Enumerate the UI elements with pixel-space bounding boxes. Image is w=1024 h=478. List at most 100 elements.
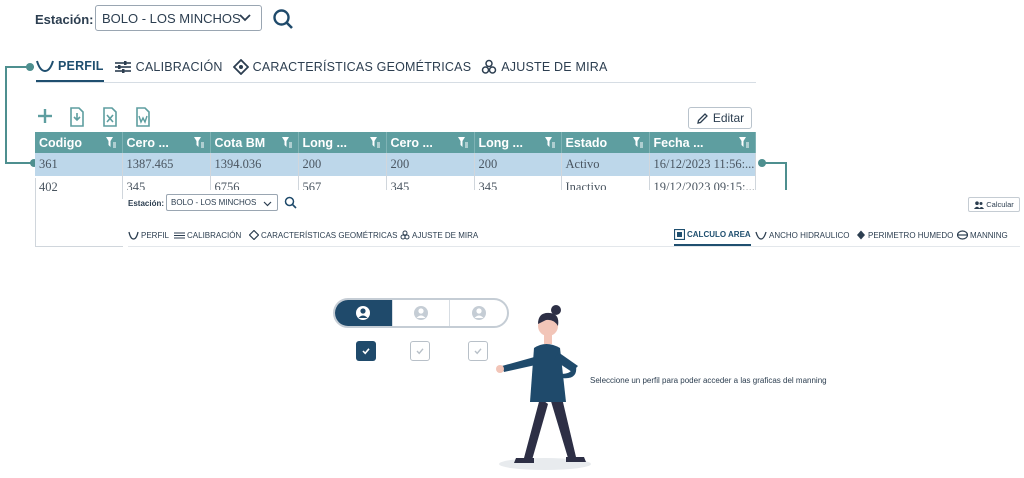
step-2[interactable] — [393, 300, 451, 326]
column-header[interactable]: Long ... — [474, 132, 562, 153]
column-header[interactable]: Cota BM — [210, 132, 299, 153]
area-calc-icon — [674, 228, 685, 240]
search-icon[interactable] — [272, 8, 294, 30]
channel-icon — [36, 60, 54, 73]
filter-icon[interactable] — [193, 136, 205, 148]
check-icon — [362, 348, 370, 355]
column-header-label: Cota BM — [214, 135, 266, 150]
user-circle-icon — [356, 306, 371, 320]
tab-label: MANNING — [970, 230, 1008, 240]
filter-icon[interactable] — [544, 136, 556, 148]
sliders-icon — [114, 61, 131, 73]
chevron-down-icon — [239, 14, 251, 22]
station-label: Estación: — [35, 12, 94, 27]
diamond-arrows-icon — [249, 230, 259, 240]
edit-button[interactable]: Editar — [688, 107, 752, 129]
check-icon — [474, 348, 482, 355]
import-pdf-icon[interactable] — [68, 107, 86, 127]
tab-label: CARACTERÍSTICAS GEOMÉTRICAS — [261, 230, 398, 240]
tab-calibracion-label: CALIBRACIÓN — [135, 60, 223, 74]
column-header-label: Codigo — [39, 135, 83, 150]
check-icon — [416, 348, 424, 355]
filter-icon[interactable] — [369, 136, 381, 148]
channel-icon — [755, 231, 767, 240]
user-circle-icon — [471, 306, 486, 320]
panel2-tab-bar: PERFIL CALIBRACIÓN CARACTERÍSTICAS GEOMÉ… — [128, 224, 1020, 247]
step-indicator — [333, 298, 509, 328]
chevron-down-icon — [263, 201, 272, 207]
tab-label: CALIBRACIÓN — [187, 230, 242, 240]
tab-perfil-label: PERFIL — [58, 59, 104, 73]
triskelion-icon — [481, 59, 497, 74]
tab-label: PERFIL — [141, 230, 170, 240]
tab-perimetro-humedo[interactable]: PERIMETRO HUMEDO — [856, 224, 953, 246]
filter-icon[interactable] — [281, 136, 293, 148]
tab-ancho-hidraulico[interactable]: ANCHO HIDRAULICO — [755, 224, 849, 246]
user-circle-icon — [414, 306, 428, 320]
sliders-icon — [174, 232, 185, 238]
calculate-button-label: Calcular — [986, 200, 1014, 209]
filter-icon[interactable] — [738, 136, 750, 148]
panel2-station-label: Estación: — [128, 199, 165, 208]
column-header[interactable]: Codigo — [35, 132, 123, 153]
step-3-checkbox[interactable] — [468, 341, 488, 361]
filter-icon[interactable] — [105, 136, 117, 148]
column-header[interactable]: Long ... — [298, 132, 387, 153]
channel-icon — [128, 231, 139, 240]
table-cell: 1387.465 — [122, 153, 211, 176]
step-1-checkbox[interactable] — [356, 341, 376, 361]
column-header-label: Long ... — [478, 135, 523, 150]
step-1[interactable] — [335, 300, 393, 326]
tab-label: ANCHO HIDRAULICO — [769, 230, 850, 240]
tab-perfil[interactable]: PERFIL — [36, 52, 104, 82]
station-select[interactable]: BOLO - LOS MINCHOS — [95, 5, 262, 31]
column-header-label: Estado — [565, 135, 608, 150]
tab-caracteristicas-small[interactable]: CARACTERÍSTICAS GEOMÉTRICAS — [249, 224, 397, 246]
triskelion-icon — [400, 230, 410, 240]
panel2-station-value: BOLO - LOS MINCHOS — [171, 198, 257, 207]
table-row[interactable]: 361 1387.465 1394.036 200 200 200 Activo… — [35, 153, 756, 176]
tab-label: CALCULO AREA — [687, 229, 751, 239]
filter-icon[interactable] — [457, 136, 469, 148]
panel2-station-select[interactable]: BOLO - LOS MINCHOS — [166, 194, 278, 211]
table-cell: 200 — [474, 153, 562, 176]
table-cell: 1394.036 — [210, 153, 299, 176]
step-2-checkbox[interactable] — [410, 341, 430, 361]
column-header[interactable]: Fecha ... — [649, 132, 756, 153]
tab-ajuste-mira-small[interactable]: AJUSTE DE MIRA — [400, 224, 478, 246]
column-header[interactable]: Cero ... — [386, 132, 475, 153]
column-header-label: Cero ... — [126, 135, 169, 150]
column-header[interactable]: Cero ... — [122, 132, 211, 153]
edit-button-label: Editar — [712, 111, 745, 125]
table-cell: 16/12/2023 11:56:... — [649, 153, 756, 176]
table-header-row: Codigo Cero ... Cota BM Long ... Cero ..… — [35, 132, 756, 153]
tab-calibracion[interactable]: CALIBRACIÓN — [114, 52, 223, 82]
tab-caracteristicas[interactable]: CARACTERÍSTICAS GEOMÉTRICAS — [232, 52, 472, 82]
column-header[interactable]: Estado — [561, 132, 650, 153]
column-header-label: Cero ... — [390, 135, 433, 150]
tab-ajuste-mira-label: AJUSTE DE MIRA — [501, 60, 608, 74]
tab-manning[interactable]: MANNING — [957, 224, 1008, 246]
station-select-value: BOLO - LOS MINCHOS — [102, 10, 241, 26]
tab-calculo-area[interactable]: CALCULO AREA — [674, 224, 751, 246]
water-drop-icon — [857, 230, 865, 240]
import-excel-icon[interactable] — [101, 107, 119, 127]
add-icon[interactable] — [36, 107, 54, 125]
import-word-icon[interactable] — [134, 107, 152, 127]
table-cell: 200 — [386, 153, 475, 176]
table-cell: 200 — [298, 153, 387, 176]
table-cell: 361 — [35, 153, 123, 176]
users-icon — [974, 200, 985, 209]
column-header-label: Long ... — [302, 135, 347, 150]
tab-perfil-small[interactable]: PERFIL — [128, 224, 169, 246]
column-header-label: Fecha ... — [653, 135, 704, 150]
search-icon[interactable] — [284, 196, 297, 209]
calculate-button[interactable]: Calcular — [968, 197, 1020, 212]
filter-icon[interactable] — [632, 136, 644, 148]
pencil-icon — [696, 112, 708, 124]
tab-bar: PERFIL CALIBRACIÓN CARACTERÍSTICAS GEOMÉ… — [36, 52, 756, 83]
tab-calibracion-small[interactable]: CALIBRACIÓN — [174, 224, 241, 246]
manning-icon — [957, 230, 968, 240]
tab-ajuste-mira[interactable]: AJUSTE DE MIRA — [481, 52, 607, 82]
diamond-arrows-icon — [232, 59, 249, 75]
